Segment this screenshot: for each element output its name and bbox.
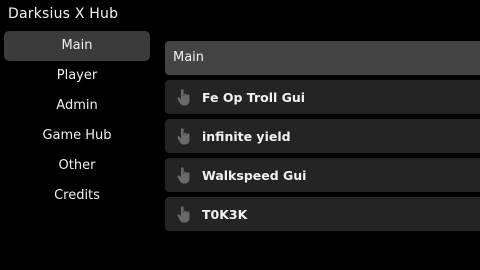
sidebar-item-other[interactable]: Other bbox=[4, 151, 150, 181]
sidebar-item-admin[interactable]: Admin bbox=[4, 91, 150, 121]
section-header: Main bbox=[165, 41, 480, 75]
sidebar-item-game-hub[interactable]: Game Hub bbox=[4, 121, 150, 151]
script-label: Fe Op Troll Gui bbox=[202, 89, 306, 105]
script-button-walkspeed-gui[interactable]: Walkspeed Gui bbox=[165, 158, 480, 192]
script-label: infinite yield bbox=[202, 128, 291, 144]
sidebar-item-player[interactable]: Player bbox=[4, 61, 150, 91]
script-label: Walkspeed Gui bbox=[202, 167, 307, 183]
main-panel: Main Fe Op Troll Gui infinite yield Walk… bbox=[165, 41, 480, 231]
script-button-infinite-yield[interactable]: infinite yield bbox=[165, 119, 480, 153]
script-button-fe-op-troll-gui[interactable]: Fe Op Troll Gui bbox=[165, 80, 480, 114]
script-button-t0k3k[interactable]: T0K3K bbox=[165, 197, 480, 231]
app-title: Darksius X Hub bbox=[8, 6, 119, 22]
pointer-hand-icon bbox=[176, 88, 192, 106]
pointer-hand-icon bbox=[176, 127, 192, 145]
sidebar: Main Player Admin Game Hub Other Credits bbox=[4, 31, 150, 211]
sidebar-item-credits[interactable]: Credits bbox=[4, 181, 150, 211]
pointer-hand-icon bbox=[176, 166, 192, 184]
pointer-hand-icon bbox=[176, 205, 192, 223]
sidebar-item-main[interactable]: Main bbox=[4, 31, 150, 61]
script-label: T0K3K bbox=[202, 206, 248, 222]
